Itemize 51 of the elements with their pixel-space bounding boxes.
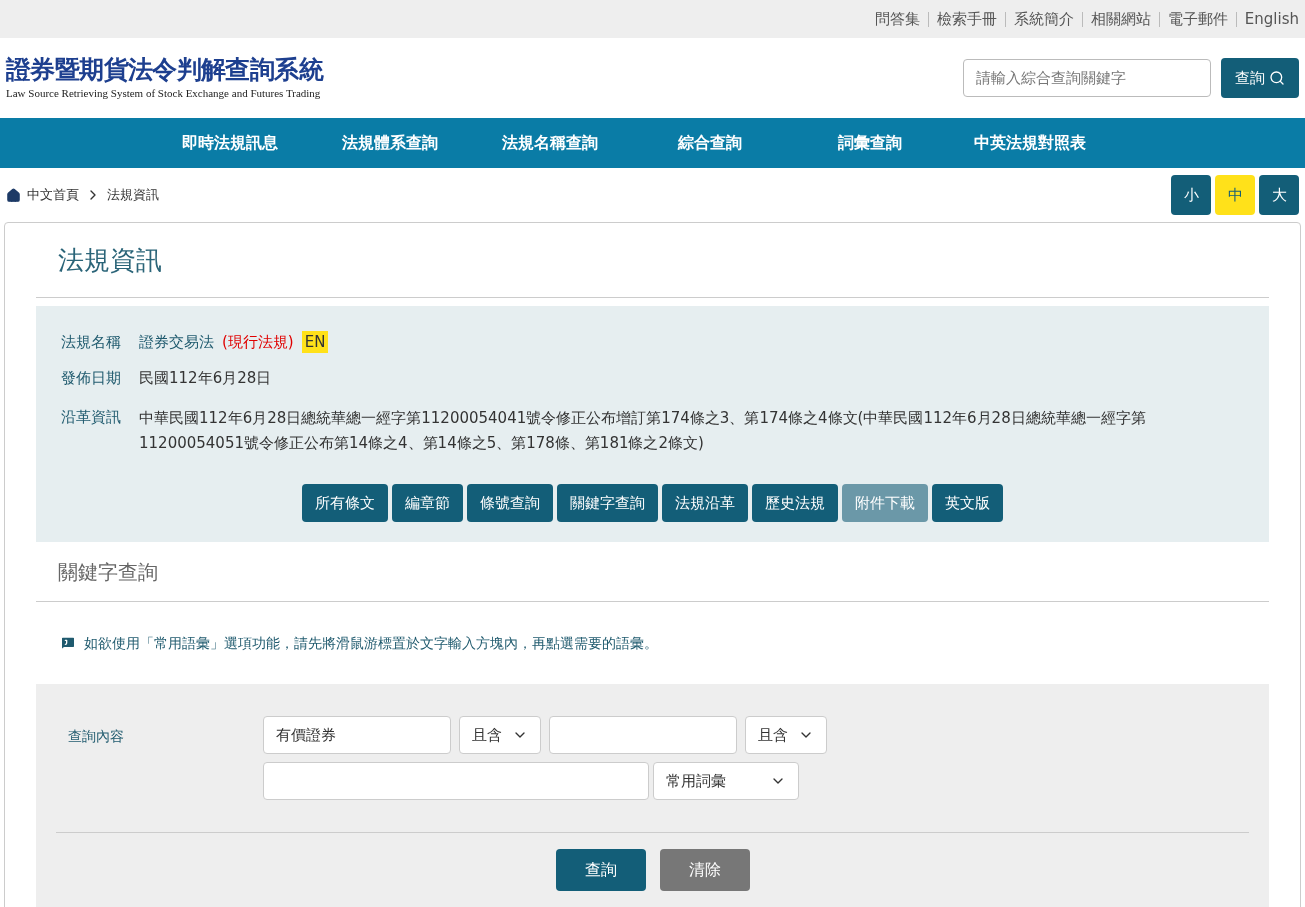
field-label: 發佈日期 <box>61 367 121 389</box>
section-title: 關鍵字查詢 <box>58 558 158 586</box>
site-logo-title: 證券暨期貨法令判解查詢系統 <box>6 54 323 86</box>
font-size-button[interactable]: 中 <box>1215 175 1255 215</box>
action-button[interactable]: 英文版 <box>932 484 1003 522</box>
nav-link[interactable]: 綜合查詢 <box>630 131 790 155</box>
dropdown[interactable]: 且含 <box>745 716 827 754</box>
nav-link[interactable]: 法規名稱查詢 <box>470 131 630 155</box>
breadcrumb-link[interactable]: 中文首頁 <box>27 185 79 205</box>
top-link[interactable]: 相關網站 <box>1090 7 1151 31</box>
action-button[interactable]: 法規沿革 <box>662 484 748 522</box>
nav-link[interactable]: 詞彙查詢 <box>790 131 950 155</box>
nav-link[interactable]: 中英法規對照表 <box>950 131 1110 155</box>
search-button[interactable]: 查詢 <box>1221 58 1299 98</box>
top-link[interactable]: 系統簡介 <box>1013 7 1074 31</box>
action-button[interactable]: 歷史法規 <box>752 484 838 522</box>
speech-bubble-icon <box>60 635 76 651</box>
action-button[interactable]: 所有條文 <box>302 484 388 522</box>
field-label: 法規名稱 <box>61 331 121 353</box>
form-label: 查詢內容 <box>67 727 125 746</box>
action-button[interactable]: 關鍵字查詢 <box>557 484 658 522</box>
top-link[interactable]: 問答集 <box>874 7 920 31</box>
site-logo-subtitle: Law Source Retrieving System of Stock Exchange and Futures Trading <box>6 86 322 102</box>
breadcrumb-current: 法規資訊 <box>107 186 159 205</box>
font-size-button[interactable]: 大 <box>1259 175 1299 215</box>
keyword-field[interactable] <box>263 762 649 800</box>
top-link[interactable]: 檢索手冊 <box>936 7 997 31</box>
nav-link[interactable]: 法規體系查詢 <box>310 131 470 155</box>
keyword-field[interactable]: 有價證券 <box>263 716 451 754</box>
law-status: (現行法規) <box>222 331 294 353</box>
top-link[interactable]: 電子郵件 <box>1167 7 1228 31</box>
field-value: 民國112年6月28日 <box>139 367 272 389</box>
nav-link[interactable]: 即時法規訊息 <box>150 131 310 155</box>
submit-button[interactable]: 查詢 <box>555 849 646 891</box>
font-size-button[interactable]: 小 <box>1171 175 1211 215</box>
en-badge[interactable]: EN <box>301 330 329 354</box>
tip-text: 如欲使用「常用語彙」選項功能，請先將滑鼠游標置於文字輸入方塊內，再點選需要的語彙。 <box>84 633 658 653</box>
law-name-link[interactable]: 證券交易法 <box>139 330 214 354</box>
top-link[interactable]: English <box>1244 7 1299 31</box>
dropdown[interactable]: 且含 <box>459 716 541 754</box>
home-icon <box>6 187 21 203</box>
field-label: 沿革資訊 <box>61 407 121 428</box>
field-value: 中華民國112年6月28日總統華總一經字第11200054041號令修正公布增訂第174條之3、第174條之4條文(中華民國112年6月28日總統華總一經字第11200054051號令修正公布第14條之4、第14條之5、第178條、第181條之2條文) <box>139 408 1147 454</box>
page-title: 法規資訊 <box>58 243 162 277</box>
keyword-field[interactable] <box>549 716 737 754</box>
action-button[interactable]: 條號查詢 <box>467 484 553 522</box>
action-button[interactable]: 編章節 <box>392 484 463 522</box>
search-icon <box>1269 70 1285 86</box>
dropdown[interactable]: 常用詞彙 <box>653 762 799 800</box>
clear-button[interactable]: 清除 <box>659 849 750 891</box>
search-field[interactable]: 請輸入綜合查詢關鍵字 <box>963 59 1211 97</box>
